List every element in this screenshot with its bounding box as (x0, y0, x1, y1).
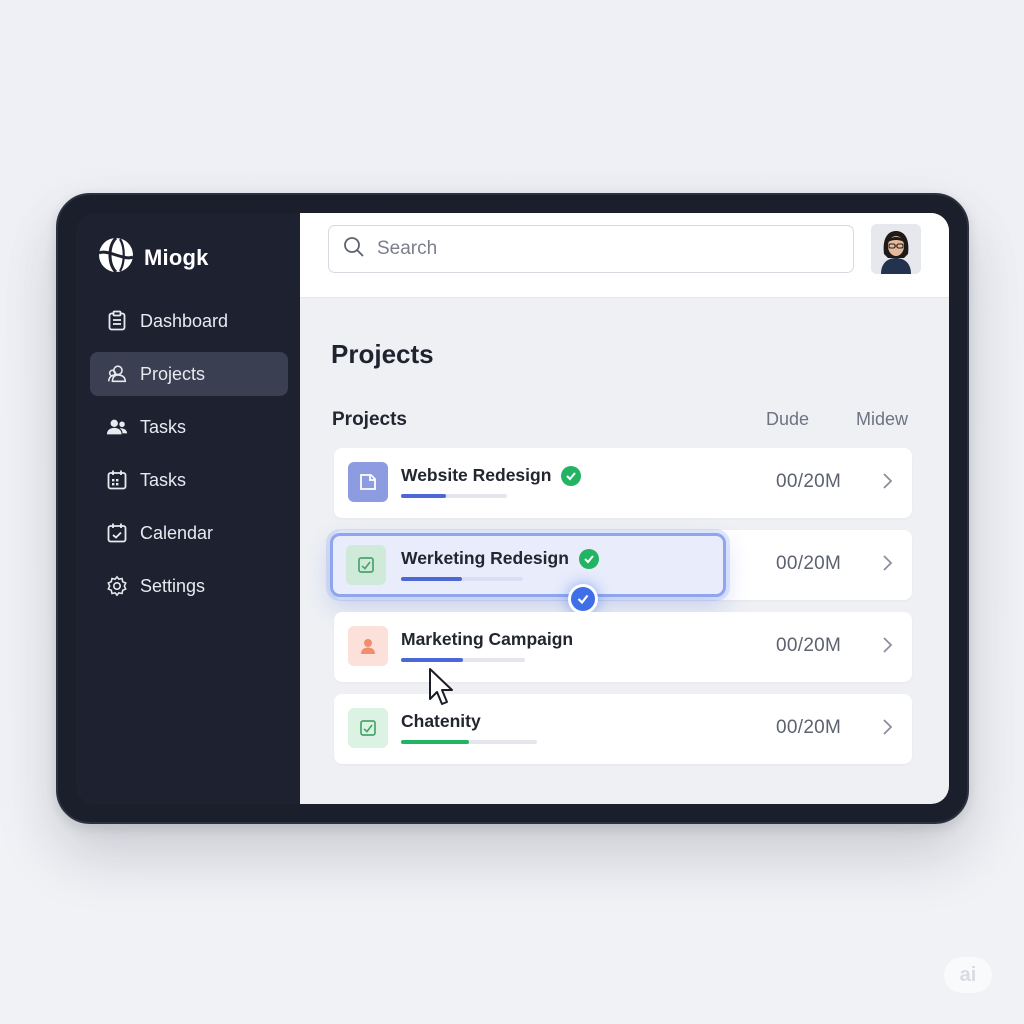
calendar-check-icon (106, 522, 128, 544)
watermark-badge: ai (944, 957, 992, 993)
chart-check-icon (348, 708, 388, 748)
sidebar: Miogk Dashboard Projects Tasks Tasks Cal… (76, 213, 300, 804)
project-value: 00/20M (776, 717, 842, 738)
sidebar-item-calendar[interactable]: Calendar (90, 511, 288, 555)
column-header-midew[interactable]: Midew (856, 409, 908, 430)
project-name-text: Website Redesign (401, 465, 552, 485)
progress-bar (401, 577, 523, 581)
project-value: 00/20M (776, 635, 842, 656)
project-name-text: Werketing Redesign (401, 548, 569, 568)
check-icon (578, 548, 599, 569)
calendar-grid-icon (106, 469, 128, 491)
project-row[interactable]: Chatenity 00/20M (334, 694, 912, 764)
progress-bar (401, 658, 525, 662)
project-name: Website Redesign (401, 465, 582, 486)
chart-check-icon (346, 545, 386, 585)
chevron-right-icon[interactable] (880, 635, 894, 660)
app-window: Miogk Dashboard Projects Tasks Tasks Cal… (76, 213, 949, 804)
column-header-dude[interactable]: Dude (766, 409, 809, 430)
project-name-text: Marketing Campaign (401, 629, 574, 649)
sidebar-item-tasks-2[interactable]: Tasks (90, 458, 288, 502)
project-name: Chatenity (401, 711, 481, 732)
project-row[interactable]: Website Redesign 00/20M (334, 448, 912, 518)
sidebar-item-label: Settings (140, 575, 206, 596)
brand[interactable]: Miogk (98, 236, 209, 278)
project-value: 00/20M (776, 471, 842, 492)
document-icon (348, 462, 388, 502)
sidebar-item-label: Calendar (140, 522, 214, 543)
dragged-project-card[interactable]: Werketing Redesign (330, 533, 726, 597)
search-box[interactable] (328, 225, 854, 273)
sidebar-nav: Dashboard Projects Tasks Tasks Calendar … (90, 299, 288, 617)
check-icon (561, 465, 582, 486)
sidebar-item-label: Tasks (140, 416, 187, 437)
project-name-text: Chatenity (401, 711, 481, 731)
chevron-right-icon[interactable] (880, 717, 894, 742)
mouse-cursor-icon (428, 667, 458, 712)
sidebar-item-label: Projects (140, 363, 206, 384)
sidebar-item-label: Tasks (140, 469, 187, 490)
brand-name: Miogk (144, 244, 209, 270)
sidebar-item-settings[interactable]: Settings (90, 564, 288, 608)
device-frame: Miogk Dashboard Projects Tasks Tasks Cal… (56, 193, 969, 824)
sidebar-item-dashboard[interactable]: Dashboard (90, 299, 288, 343)
progress-fill (401, 494, 446, 498)
chevron-right-icon[interactable] (880, 471, 894, 496)
progress-fill (401, 740, 469, 744)
sidebar-item-label: Dashboard (140, 310, 229, 331)
gear-icon (106, 575, 128, 597)
list-header: Projects Dude Midew (332, 409, 915, 433)
project-row[interactable]: Marketing Campaign 00/20M (334, 612, 912, 682)
progress-fill (401, 577, 462, 581)
project-name: Marketing Campaign (401, 629, 573, 650)
clipboard-icon (106, 310, 128, 332)
project-name: Werketing Redesign (401, 548, 599, 569)
users-icon (106, 416, 128, 438)
page-title: Projects (331, 339, 434, 369)
project-value: 00/20M (776, 553, 842, 574)
list-header-title: Projects (332, 409, 407, 430)
selected-check-badge (568, 584, 598, 614)
top-bar (300, 213, 949, 297)
sidebar-item-tasks[interactable]: Tasks (90, 405, 288, 449)
progress-fill (401, 658, 463, 662)
avatar[interactable] (871, 224, 921, 274)
search-input[interactable] (375, 237, 839, 261)
search-icon (343, 236, 365, 263)
main-content: Projects Projects Dude Midew Website Red… (300, 213, 949, 804)
chevron-right-icon[interactable] (880, 553, 894, 578)
person-icon (348, 626, 388, 666)
progress-bar (401, 494, 507, 498)
logo-icon (98, 236, 134, 278)
sidebar-item-projects[interactable]: Projects (90, 352, 288, 396)
progress-bar (401, 740, 537, 744)
people-outline-icon (106, 363, 128, 385)
